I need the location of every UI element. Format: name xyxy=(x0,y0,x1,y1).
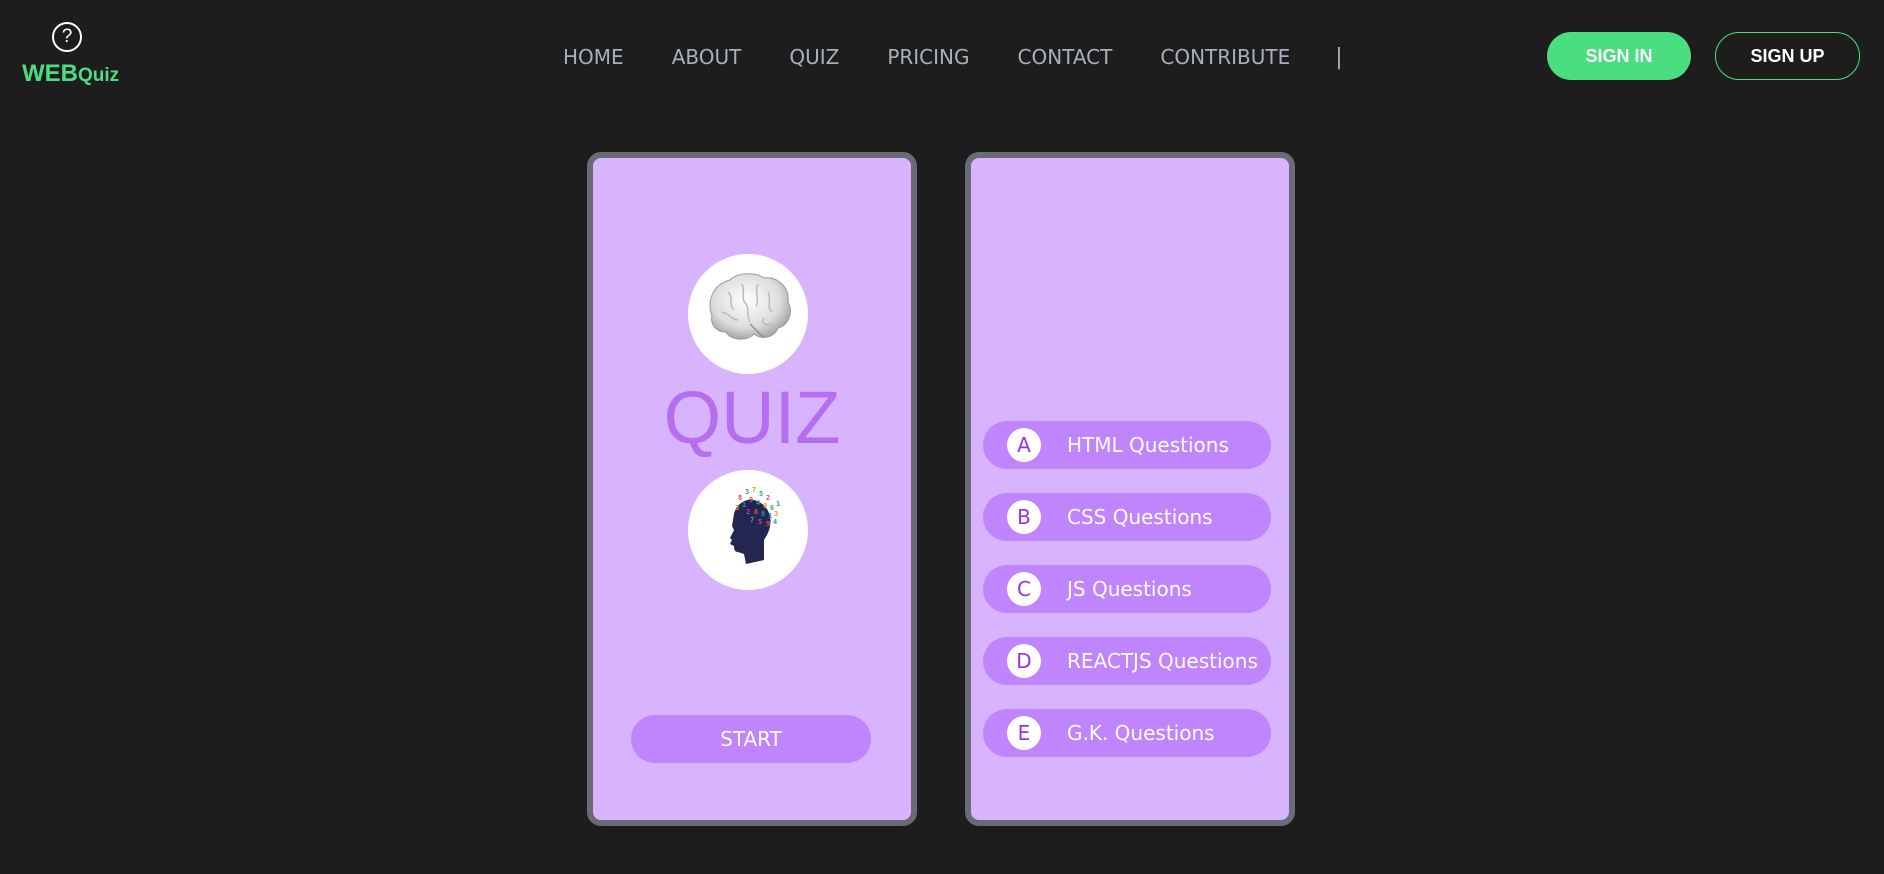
option-letter: E xyxy=(1007,716,1041,750)
svg-text:1: 1 xyxy=(776,500,780,508)
main-nav: HOME ABOUT QUIZ PRICING CONTACT CONTRIBU… xyxy=(563,44,1343,70)
nav-contribute[interactable]: CONTRIBUTE xyxy=(1160,45,1290,69)
svg-text:5: 5 xyxy=(759,490,763,498)
brand-word-quiz: Quiz xyxy=(78,65,120,86)
sign-up-button[interactable]: SIGN UP xyxy=(1715,32,1860,80)
nav-about[interactable]: ABOUT xyxy=(672,45,742,69)
svg-text:5: 5 xyxy=(758,518,762,526)
svg-text:1: 1 xyxy=(768,512,772,520)
option-label: G.K. Questions xyxy=(1067,721,1215,745)
quiz-start-card: QUIZ 8 3 7 5 2 1 9 4 0 6 2 6 8 1 3 7 5 9… xyxy=(587,152,917,826)
option-letter: A xyxy=(1007,428,1041,462)
option-letter: B xyxy=(1007,500,1041,534)
nav-separator: | xyxy=(1335,44,1343,70)
brand-name: WEBQuiz xyxy=(22,60,119,88)
option-label: HTML Questions xyxy=(1067,433,1229,457)
svg-text:2: 2 xyxy=(746,508,750,516)
svg-text:9: 9 xyxy=(766,520,770,528)
option-letter: C xyxy=(1007,572,1041,606)
start-button[interactable]: START xyxy=(631,715,871,763)
option-js-questions[interactable]: C JS Questions xyxy=(983,565,1271,613)
option-label: JS Questions xyxy=(1067,577,1192,601)
svg-text:8: 8 xyxy=(761,510,765,518)
nav-quiz[interactable]: QUIZ xyxy=(789,45,839,69)
nav-home[interactable]: HOME xyxy=(563,45,624,69)
svg-text:3: 3 xyxy=(735,504,739,512)
svg-text:6: 6 xyxy=(754,508,758,516)
nav-pricing[interactable]: PRICING xyxy=(887,45,969,69)
option-gk-questions[interactable]: E G.K. Questions xyxy=(983,709,1271,757)
brand-word-web: WEB xyxy=(22,60,78,87)
brand-logo[interactable]: ? WEBQuiz xyxy=(22,22,119,92)
quiz-options-card: A HTML Questions B CSS Questions C JS Qu… xyxy=(965,152,1295,826)
svg-text:7: 7 xyxy=(752,486,756,494)
header: ? WEBQuiz HOME ABOUT QUIZ PRICING CONTAC… xyxy=(0,0,1884,115)
brain-icon xyxy=(709,273,791,340)
svg-text:4: 4 xyxy=(756,499,760,507)
head-image: 8 3 7 5 2 1 9 4 0 6 2 6 8 1 3 7 5 9 4 1 xyxy=(688,470,808,590)
quiz-title: QUIZ xyxy=(663,376,841,459)
brain-image xyxy=(688,254,808,374)
head-icon: 8 3 7 5 2 1 9 4 0 6 2 6 8 1 3 7 5 9 4 1 xyxy=(730,486,780,564)
svg-text:7: 7 xyxy=(750,516,754,524)
question-circle-icon: ? xyxy=(52,22,82,52)
svg-text:3: 3 xyxy=(774,510,778,518)
svg-text:9: 9 xyxy=(749,496,753,504)
svg-text:3: 3 xyxy=(745,488,749,496)
option-html-questions[interactable]: A HTML Questions xyxy=(983,421,1271,469)
svg-text:2: 2 xyxy=(766,494,770,502)
svg-text:0: 0 xyxy=(763,502,767,510)
option-reactjs-questions[interactable]: D REACTJS Questions xyxy=(983,637,1271,685)
option-css-questions[interactable]: B CSS Questions xyxy=(983,493,1271,541)
sign-in-button[interactable]: SIGN IN xyxy=(1547,32,1691,80)
option-label: REACTJS Questions xyxy=(1067,649,1258,673)
svg-text:4: 4 xyxy=(773,518,777,526)
nav-contact[interactable]: CONTACT xyxy=(1018,45,1113,69)
option-letter: D xyxy=(1007,644,1041,678)
option-label: CSS Questions xyxy=(1067,505,1213,529)
